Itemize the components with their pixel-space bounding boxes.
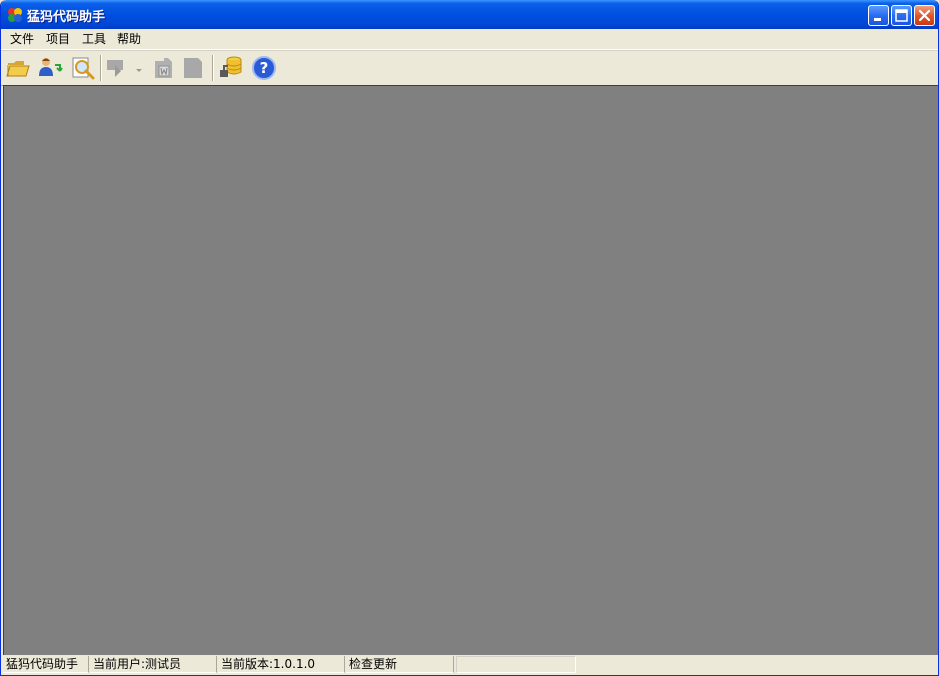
close-button[interactable] — [914, 5, 935, 26]
switch-user-button[interactable] — [36, 54, 64, 82]
status-current-version: 当前版本:1.0.1.0 — [218, 656, 345, 673]
generate-icon — [107, 60, 123, 77]
app-logo-icon — [7, 7, 23, 23]
toolbar-separator — [212, 55, 214, 81]
status-current-user: 当前用户:测试员 — [90, 656, 217, 673]
menu-tools[interactable]: 工具 — [79, 31, 109, 47]
delete-button[interactable] — [149, 54, 177, 82]
status-bar: 猛犸代码助手 当前用户:测试员 当前版本:1.0.1.0 检查更新 — [1, 655, 938, 675]
switch-user-icon — [39, 58, 63, 76]
menu-bar: 文件 项目 工具 帮助 — [1, 29, 938, 50]
generate-button[interactable] — [104, 54, 132, 82]
document-icon — [184, 58, 202, 78]
menu-file[interactable]: 文件 — [7, 31, 37, 47]
svg-text:?: ? — [260, 59, 269, 77]
search-icon — [72, 57, 95, 80]
search-button[interactable] — [69, 54, 97, 82]
main-window: 猛犸代码助手 文件 项目 工具 帮助 ? 猛犸代码助手 当前用户:测试员 当前版… — [0, 0, 939, 676]
status-app-name: 猛犸代码助手 — [3, 656, 89, 673]
help-icon: ? — [252, 56, 276, 80]
delete-icon — [155, 58, 172, 78]
database-icon — [220, 56, 242, 77]
window-title: 猛犸代码助手 — [27, 10, 106, 25]
open-button[interactable] — [4, 54, 32, 82]
toolbar-separator — [100, 55, 102, 81]
menu-project[interactable]: 项目 — [43, 31, 73, 47]
toolbar: ? — [1, 50, 938, 86]
status-progress — [456, 656, 576, 673]
maximize-icon — [895, 9, 908, 22]
minimize-icon — [874, 18, 881, 21]
maximize-button[interactable] — [891, 5, 912, 26]
minimize-button[interactable] — [868, 5, 889, 26]
mdi-workspace[interactable] — [3, 85, 938, 655]
dropdown-arrow-icon — [136, 69, 142, 72]
open-folder-icon — [6, 61, 30, 77]
help-button[interactable]: ? — [250, 54, 278, 82]
generate-dropdown[interactable] — [132, 54, 146, 82]
status-check-update[interactable]: 检查更新 — [346, 656, 454, 673]
title-bar[interactable]: 猛犸代码助手 — [1, 0, 938, 29]
close-icon — [918, 9, 931, 22]
menu-help[interactable]: 帮助 — [114, 31, 144, 47]
document-button[interactable] — [179, 54, 207, 82]
database-button[interactable] — [217, 54, 245, 82]
